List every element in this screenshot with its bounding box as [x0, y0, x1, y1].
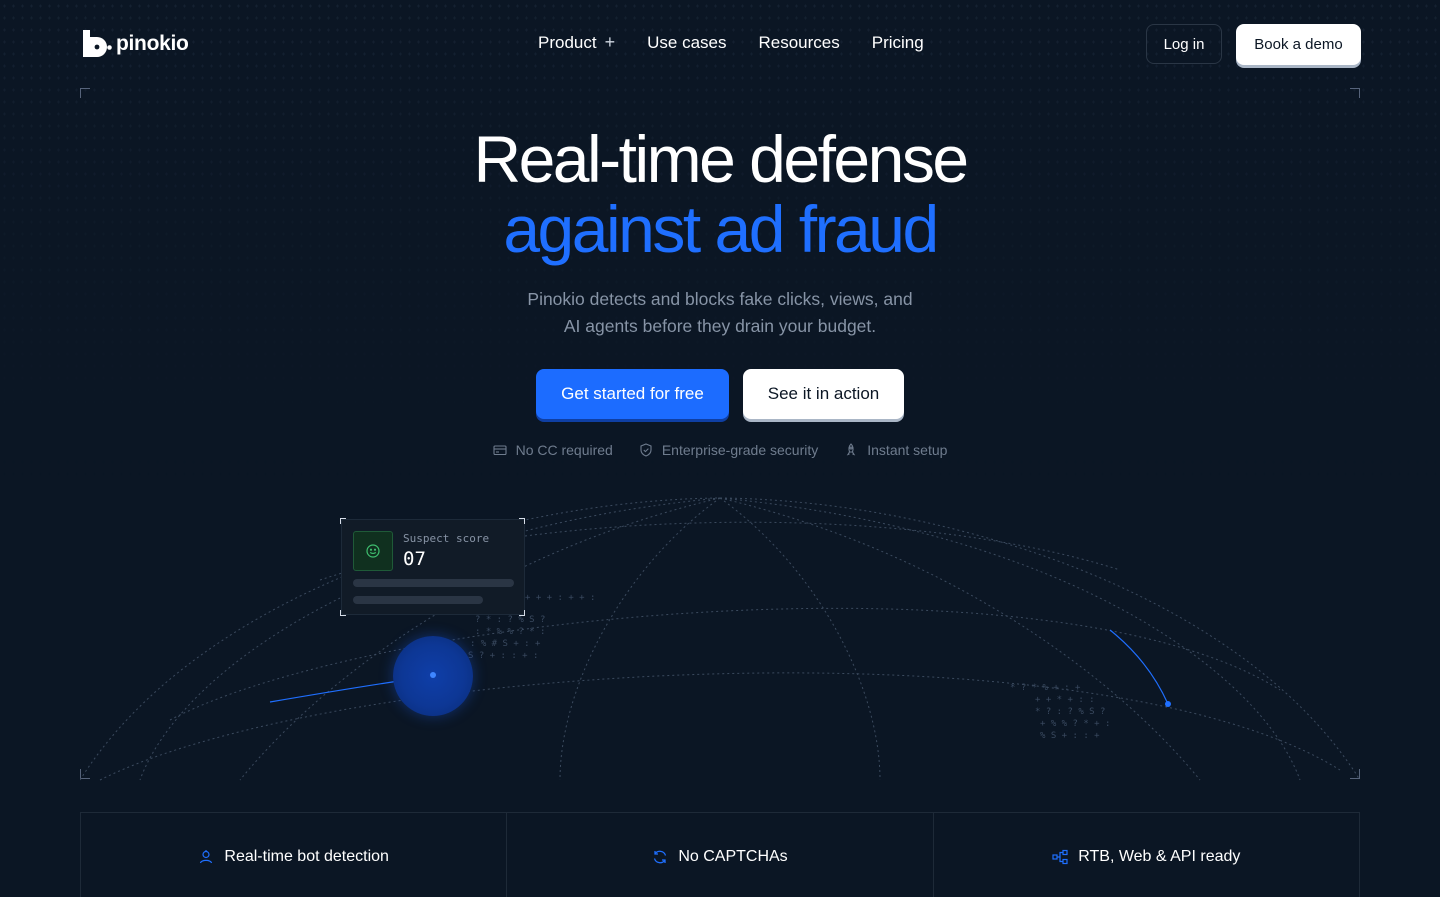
- feature-label: No CAPTCHAs: [678, 848, 788, 865]
- hero-subtitle-line1: Pinokio detects and blocks fake clicks, …: [527, 289, 913, 309]
- login-button[interactable]: Log in: [1146, 24, 1222, 64]
- nav-item-resources[interactable]: Resources: [758, 32, 839, 53]
- nav-item-pricing[interactable]: Pricing: [872, 32, 924, 53]
- see-in-action-button[interactable]: See it in action: [743, 369, 904, 419]
- hero-subtitle: Pinokio detects and blocks fake clicks, …: [0, 286, 1440, 340]
- frame-corner: [1350, 88, 1360, 98]
- badge-label: No CC required: [515, 442, 613, 458]
- svg-text:% S + : : +: % S + : : +: [1040, 731, 1100, 741]
- badge-setup: Instant setup: [844, 442, 947, 458]
- svg-text:+ % % ? * + :: + % % ? * + :: [1040, 719, 1110, 729]
- feature-rtb-ready: RTB, Web & API ready: [934, 813, 1359, 897]
- top-navigation: pinokio Product + Use cases Resources Pr…: [0, 0, 1440, 88]
- nav-item-product[interactable]: Product +: [538, 32, 615, 53]
- card-corner: [340, 610, 346, 616]
- suspect-score-card: Suspect score 07: [341, 519, 525, 615]
- hero-title-line2: against ad fraud: [503, 192, 939, 266]
- hero-subtitle-line2: AI agents before they drain your budget.: [563, 316, 877, 336]
- svg-text:: * % % ? * :: : * % % ? * :: [475, 627, 545, 637]
- credit-card-icon: [493, 445, 507, 456]
- orb-dot-icon: [430, 672, 436, 678]
- nav-item-label: Pricing: [871, 32, 924, 52]
- trust-badges: No CC required Enterprise-grade security…: [0, 442, 1440, 458]
- hero-title: Real-time defense against ad fraud: [0, 124, 1440, 264]
- feature-no-captchas: No CAPTCHAs: [507, 813, 934, 897]
- nav-item-label: Product: [538, 32, 597, 52]
- card-corner: [519, 610, 525, 616]
- brand-name: pinokio: [116, 32, 189, 55]
- svg-text:S ? + : : + :: S ? + : : + :: [468, 651, 538, 661]
- globe-graphic: ? * : ? % S ? : * % % ? * : : % # S + : …: [80, 497, 1360, 781]
- svg-text:* ? * % + : +: * ? * % + : +: [1010, 683, 1081, 693]
- badge-label: Instant setup: [867, 442, 948, 458]
- placeholder-bar: [353, 596, 483, 604]
- book-demo-button[interactable]: Book a demo: [1236, 24, 1361, 65]
- badge-security: Enterprise-grade security: [639, 442, 818, 458]
- nav-item-label: Resources: [758, 32, 840, 52]
- nav-item-use-cases[interactable]: Use cases: [647, 32, 726, 53]
- feature-label: Real-time bot detection: [224, 848, 389, 865]
- card-corner: [519, 518, 525, 524]
- score-label: Suspect score: [403, 532, 490, 545]
- network-icon: [1052, 849, 1068, 865]
- svg-text:+ + + : + + :: + + + : + + :: [525, 593, 595, 603]
- hero-title-line1: Real-time defense: [473, 122, 969, 196]
- score-value: 07: [403, 548, 426, 570]
- badge-no-cc: No CC required: [493, 442, 613, 458]
- svg-text:? * : ? % S ?: ? * : ? % S ?: [475, 615, 545, 625]
- shield-icon: [640, 443, 652, 457]
- svg-text:: % # S + : +: : % # S + : +: [470, 639, 541, 649]
- rocket-icon: [847, 443, 856, 456]
- feature-strip: Real-time bot detection No CAPTCHAs RTB,…: [80, 812, 1360, 897]
- nav-links: Product + Use cases Resources Pricing: [538, 32, 924, 53]
- feature-label: RTB, Web & API ready: [1078, 848, 1241, 865]
- feature-bot-detection: Real-time bot detection: [81, 813, 508, 897]
- svg-text:+ + * + : :: + + * + : :: [1035, 695, 1095, 705]
- refresh-icon: [654, 850, 667, 864]
- plus-icon: +: [604, 32, 616, 52]
- smiley-icon: [353, 531, 393, 571]
- card-corner: [340, 518, 346, 524]
- detection-orb: [393, 636, 473, 716]
- get-started-button[interactable]: Get started for free: [536, 369, 729, 419]
- placeholder-bar: [353, 579, 514, 587]
- frame-corner: [80, 88, 90, 98]
- nav-item-label: Use cases: [647, 32, 727, 52]
- badge-label: Enterprise-grade security: [661, 442, 819, 458]
- brand-logo[interactable]: pinokio: [80, 28, 189, 60]
- bot-icon: [200, 850, 213, 864]
- svg-text:* ? : ? % S ?: * ? : ? % S ?: [1035, 707, 1105, 717]
- pinokio-logo-icon: [83, 30, 112, 57]
